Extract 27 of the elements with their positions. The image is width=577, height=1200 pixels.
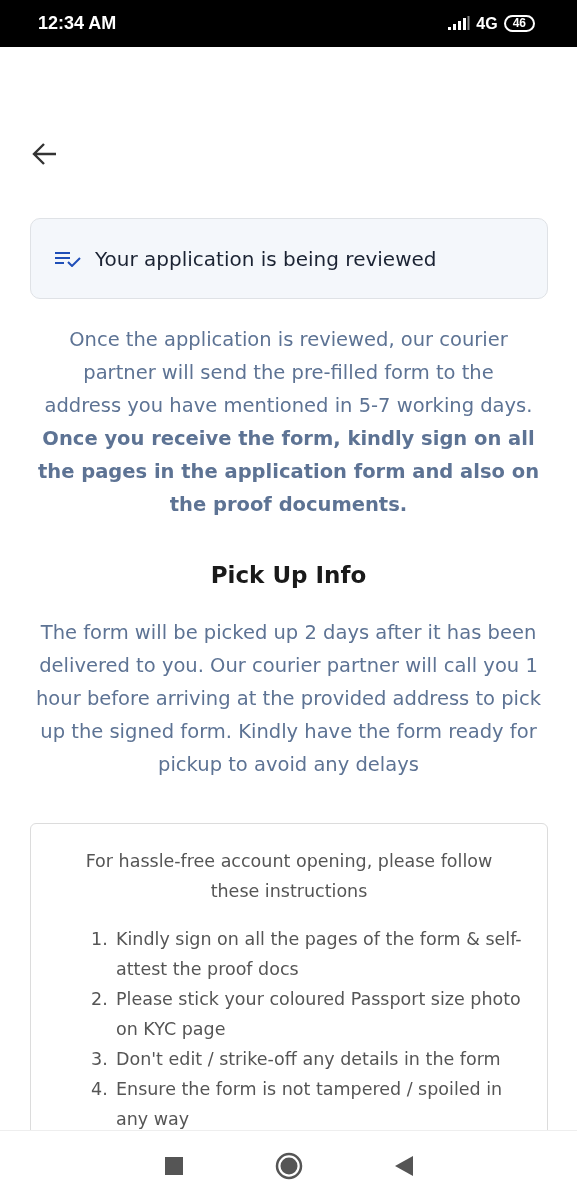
instruction-text: Don't edit / strike-off any details in the form (116, 1048, 501, 1071)
instruction-text: Please stick your coloured Passport size photo on KYC page (116, 988, 522, 1041)
pickup-paragraph: The form will be picked up 2 days after it has been delivered to you. Our courier partner will call you 1 hour before arriving at the provided address to pick up the signed form. Kindly have the form ready for pickup to avoid any delays (35, 620, 542, 778)
square-icon (164, 1156, 183, 1175)
circle-icon (274, 1151, 303, 1180)
battery-level: 46 (503, 15, 535, 32)
list-check-icon (55, 250, 83, 267)
back-arrow-icon (32, 141, 58, 167)
list-number: 2. (91, 988, 109, 1011)
list-number: 1. (91, 928, 109, 951)
info-paragraph: Once the application is reviewed, our courier partner will send the pre-filled form to the address you have mentioned in 5-7 working days. (43, 327, 534, 419)
recents-button[interactable] (164, 1156, 183, 1175)
banner-text: Your application is being reviewed (95, 246, 437, 271)
instructions-heading: For hassle-free account opening, please follow these instructions (84, 850, 494, 903)
back-button[interactable] (32, 141, 58, 167)
status-time: 12:34 AM (38, 13, 118, 34)
instruction-text: Ensure the form is not tampered / spoiled in any way (116, 1078, 504, 1130)
list-number: 4. (91, 1078, 109, 1101)
home-button[interactable] (274, 1151, 303, 1180)
signal-icon (448, 15, 471, 32)
triangle-icon (394, 1155, 413, 1176)
back-nav-button[interactable] (394, 1155, 413, 1176)
network-label: 4G (476, 14, 498, 33)
section-title: Pick Up Info (209, 561, 368, 590)
list-number: 3. (91, 1048, 109, 1071)
instruction-text: Kindly sign on all the pages of the form & self-attest the proof docs (116, 928, 523, 981)
signing-note: Once you receive the form, kindly sign on all the pages in the application form and also on the proof documents. (37, 426, 540, 518)
